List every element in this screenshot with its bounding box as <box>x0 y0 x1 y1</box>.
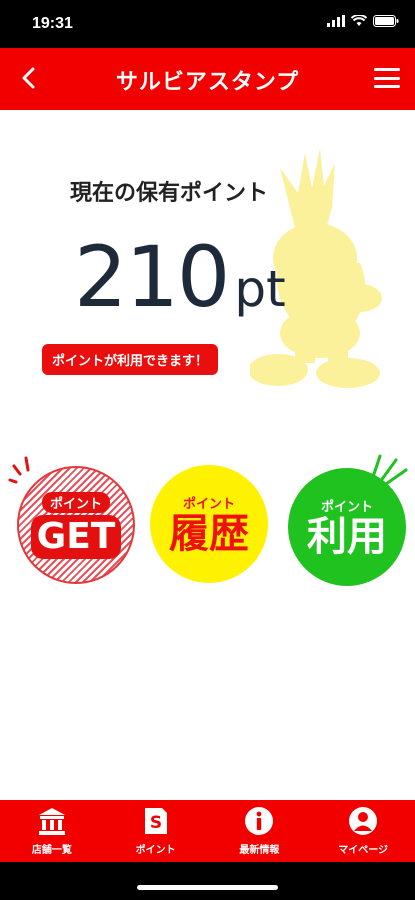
status-bar: 19:31 <box>0 0 415 48</box>
app-header: サルビアスタンプ <box>0 48 415 110</box>
points-value: 210 pt <box>74 228 286 326</box>
nav-item-stores[interactable]: 店舗一覧 <box>0 800 104 862</box>
bottom-nav: 店舗一覧 S ポイント 最新情報 マイページ <box>0 800 415 862</box>
status-icons <box>327 15 399 27</box>
point-history-small-label: ポイント <box>182 496 235 512</box>
points-unit: pt <box>234 260 286 318</box>
menu-bar <box>374 68 400 71</box>
point-history-big-label: 履歴 <box>169 510 249 557</box>
points-available-badge: ポイントが利用できます！ <box>42 344 219 375</box>
points-number: 210 <box>74 228 230 326</box>
nav-label-news: 最新情報 <box>239 845 280 856</box>
point-use-button[interactable]: ポイント 利用 <box>288 468 406 586</box>
user-icon <box>349 807 378 835</box>
home-bar <box>0 862 415 900</box>
menu-button[interactable] <box>371 64 403 92</box>
nav-item-mypage[interactable]: マイページ <box>311 800 415 862</box>
nav-item-news[interactable]: 最新情報 <box>208 800 312 862</box>
signal-icon <box>327 15 345 27</box>
point-history-button[interactable]: ポイント 履歴 <box>150 465 268 583</box>
point-get-button[interactable]: ポイント GET <box>17 466 135 584</box>
point-use-small-label: ポイント <box>320 499 373 515</box>
home-indicator[interactable] <box>137 885 278 890</box>
nav-label-mypage: マイページ <box>338 845 389 856</box>
point-card-icon: S <box>144 808 167 834</box>
status-time: 19:31 <box>32 15 73 32</box>
point-get-big-label: GET <box>30 514 122 559</box>
nav-label-stores: 店舗一覧 <box>31 845 72 856</box>
wifi-icon <box>351 15 367 26</box>
info-icon <box>245 807 274 835</box>
points-label: 現在の保有ポイント <box>70 181 269 206</box>
nav-label-points: ポイント <box>135 845 176 856</box>
battery-icon <box>373 15 399 27</box>
bank-icon <box>38 808 65 835</box>
svg-text:S: S <box>150 813 162 833</box>
page-title: サルビアスタンプ <box>115 70 300 95</box>
menu-bar <box>374 85 400 88</box>
point-get-small-label: ポイント <box>41 491 110 513</box>
nav-item-points[interactable]: S ポイント <box>104 800 208 862</box>
menu-bar <box>374 76 400 80</box>
point-use-big-label: 利用 <box>307 513 387 560</box>
